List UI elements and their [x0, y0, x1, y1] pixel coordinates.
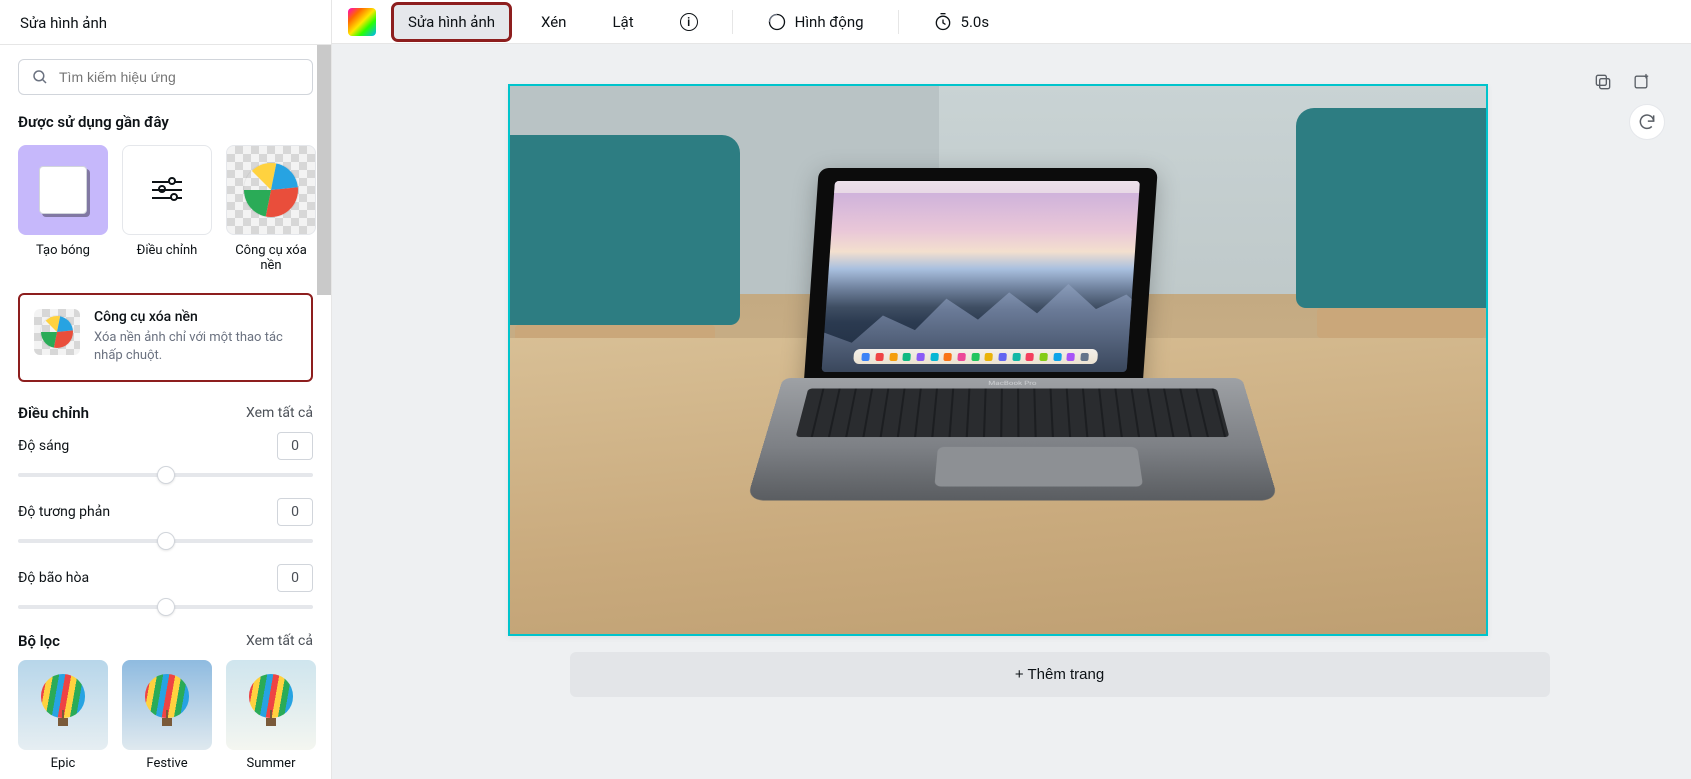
edit-image-button[interactable]: Sửa hình ảnh — [394, 5, 509, 39]
contrast-value[interactable]: 0 — [277, 498, 313, 526]
brightness-value[interactable]: 0 — [277, 432, 313, 460]
filters-see-all[interactable]: Xem tất cả — [246, 633, 313, 649]
duration-label: 5.0s — [961, 13, 990, 31]
recent-label: Tạo bóng — [18, 243, 108, 258]
saturation-slider[interactable] — [18, 594, 313, 620]
timer-icon — [933, 12, 953, 32]
sidebar-scroll: Được sử dụng gần đây Tạo bóng Điều chỉnh — [0, 45, 331, 779]
brightness-slider[interactable] — [18, 462, 313, 488]
canvas-stage: MacBook Pro + Thêm trang — [332, 44, 1691, 779]
bg-remover-card[interactable]: Công cụ xóa nền Xóa nền ảnh chỉ với một … — [18, 293, 313, 382]
sliders-icon — [152, 175, 182, 205]
beach-ball-icon — [40, 315, 74, 349]
filter-epic[interactable]: Epic — [18, 660, 108, 771]
filter-label: Summer — [226, 756, 316, 771]
saturation-label: Độ bão hòa — [18, 570, 89, 586]
animate-button[interactable]: Hình động — [753, 4, 878, 40]
crop-button[interactable]: Xén — [527, 5, 580, 39]
shadow-thumb — [18, 145, 108, 235]
bgremove-thumb — [226, 145, 316, 235]
recent-label: Công cụ xóa nền — [226, 243, 316, 273]
add-page-button[interactable]: + Thêm trang — [570, 652, 1550, 697]
brightness-label: Độ sáng — [18, 438, 69, 454]
main-area: Sửa hình ảnh Xén Lật i Hình động 5.0s — [332, 0, 1691, 779]
flip-button[interactable]: Lật — [598, 5, 647, 39]
add-page-icon — [1631, 72, 1651, 92]
animate-label: Hình động — [795, 13, 864, 31]
saturation-value[interactable]: 0 — [277, 564, 313, 592]
edit-image-label: Sửa hình ảnh — [408, 13, 495, 31]
bg-remover-title: Công cụ xóa nền — [94, 309, 295, 325]
search-icon — [31, 68, 49, 86]
adjust-see-all[interactable]: Xem tất cả — [246, 405, 313, 421]
color-picker[interactable] — [348, 8, 376, 36]
bg-remover-desc: Xóa nền ảnh chỉ với một thao tác nhấp ch… — [94, 329, 295, 364]
animate-icon — [767, 12, 787, 32]
recent-item-adjust[interactable]: Điều chỉnh — [122, 145, 212, 273]
filters-heading: Bộ lọc — [18, 632, 60, 650]
new-page-button[interactable] — [1629, 70, 1653, 94]
info-button[interactable]: i — [666, 5, 712, 39]
recent-label: Điều chỉnh — [122, 243, 212, 258]
beach-ball-icon — [243, 162, 299, 218]
effects-search[interactable] — [18, 59, 313, 95]
laptop-brand: MacBook Pro — [781, 380, 1245, 386]
bgremove-mini-thumb — [34, 309, 80, 355]
recent-item-shadow[interactable]: Tạo bóng — [18, 145, 108, 273]
contrast-label: Độ tương phản — [18, 504, 110, 520]
adjust-thumb — [122, 145, 212, 235]
filter-festive[interactable]: Festive — [122, 660, 212, 771]
recent-heading: Được sử dụng gần đây — [18, 113, 313, 131]
sidebar-title: Sửa hình ảnh — [0, 0, 331, 45]
divider — [732, 10, 733, 34]
info-icon: i — [680, 13, 698, 31]
filter-summer[interactable]: Summer — [226, 660, 316, 771]
search-input[interactable] — [59, 69, 300, 85]
refresh-icon — [1637, 112, 1657, 132]
top-toolbar: Sửa hình ảnh Xén Lật i Hình động 5.0s — [332, 0, 1691, 44]
laptop-image: MacBook Pro — [783, 168, 1242, 530]
design-canvas[interactable]: MacBook Pro — [508, 84, 1488, 636]
duplicate-page-button[interactable] — [1591, 70, 1615, 94]
sidebar-panel: Sửa hình ảnh Được sử dụng gần đây Tạo bó… — [0, 0, 332, 779]
contrast-slider[interactable] — [18, 528, 313, 554]
duration-button[interactable]: 5.0s — [919, 4, 1004, 40]
adjust-heading: Điều chỉnh — [18, 404, 89, 422]
recent-item-bgremove[interactable]: Công cụ xóa nền — [226, 145, 316, 273]
scrollbar[interactable] — [317, 45, 331, 295]
filter-label: Epic — [18, 756, 108, 771]
duplicate-icon — [1593, 72, 1613, 92]
filter-label: Festive — [122, 756, 212, 771]
sync-button[interactable] — [1629, 104, 1665, 140]
flip-label: Lật — [612, 13, 633, 31]
divider — [898, 10, 899, 34]
add-page-label: + Thêm trang — [1015, 666, 1104, 683]
crop-label: Xén — [541, 13, 566, 31]
